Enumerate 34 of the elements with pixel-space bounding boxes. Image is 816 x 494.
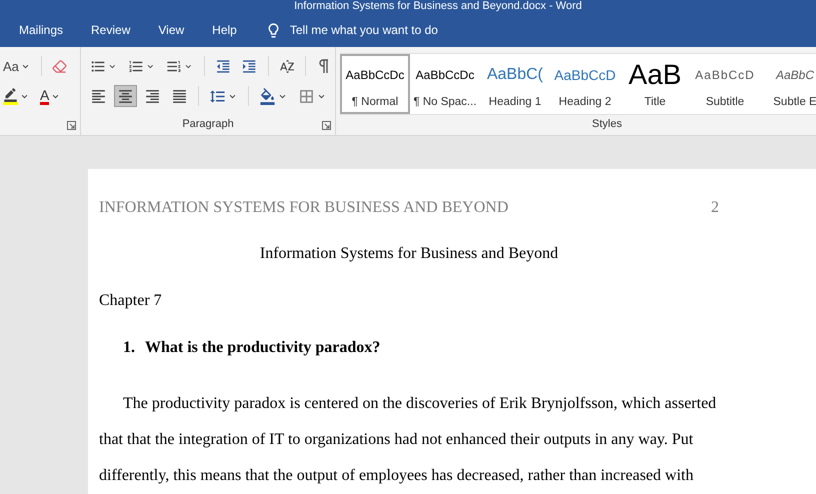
running-head: INFORMATION SYSTEMS FOR BUSINESS AND BEYOND	[99, 199, 508, 217]
group-label: Paragraph	[182, 117, 234, 132]
decrease-indent-icon	[214, 58, 232, 74]
highlighter-icon	[3, 87, 18, 105]
ribbon-tab[interactable]: Review	[91, 23, 144, 38]
change-case-button[interactable]: Aa	[0, 55, 34, 77]
pilcrow-icon	[318, 59, 329, 73]
paint-bucket-icon	[259, 88, 276, 104]
align-button[interactable]	[114, 85, 137, 107]
dialog-launcher-icon[interactable]	[322, 121, 331, 130]
body-paragraph: The productivity paradox is centered on the discoveries of Erik Brynjolfsson, which asserted that that the integration of IT to organizations had not enhanced their outputs in any way. Put differently, this means that the output of employees has decreased, rather than increased with	[99, 394, 718, 486]
align-icon	[117, 88, 134, 104]
tell-me-search[interactable]: Tell me what you want to do	[290, 23, 438, 38]
ribbon-tab[interactable]: View	[158, 23, 198, 38]
align-icon	[144, 88, 161, 104]
ribbon-tab[interactable]: Help	[212, 23, 251, 38]
group-label: Styles	[592, 117, 622, 132]
sort-icon	[278, 58, 296, 74]
increase-indent-icon	[241, 58, 258, 74]
question-number: 1.	[123, 339, 135, 357]
align-icon	[90, 88, 107, 104]
line-spacing-icon	[209, 88, 226, 104]
align-icon	[171, 88, 188, 104]
font-color-button[interactable]: A	[37, 85, 64, 107]
eraser-icon	[52, 58, 68, 74]
question-text: What is the productivity paradox?	[145, 339, 380, 357]
window-title: Information Systems for Business and Beyond.docx - Word	[294, 0, 582, 12]
document-title: Information Systems for Business and Beyond	[258, 245, 560, 263]
borders-icon	[298, 88, 315, 104]
dialog-launcher-icon[interactable]	[67, 121, 76, 130]
page-number: 2	[711, 199, 719, 217]
chapter-heading: Chapter 7	[99, 292, 163, 310]
ribbon-tab[interactable]: Mailings	[19, 23, 78, 38]
style-item[interactable]: AaBbCcDc ¶ Normal	[340, 54, 410, 114]
